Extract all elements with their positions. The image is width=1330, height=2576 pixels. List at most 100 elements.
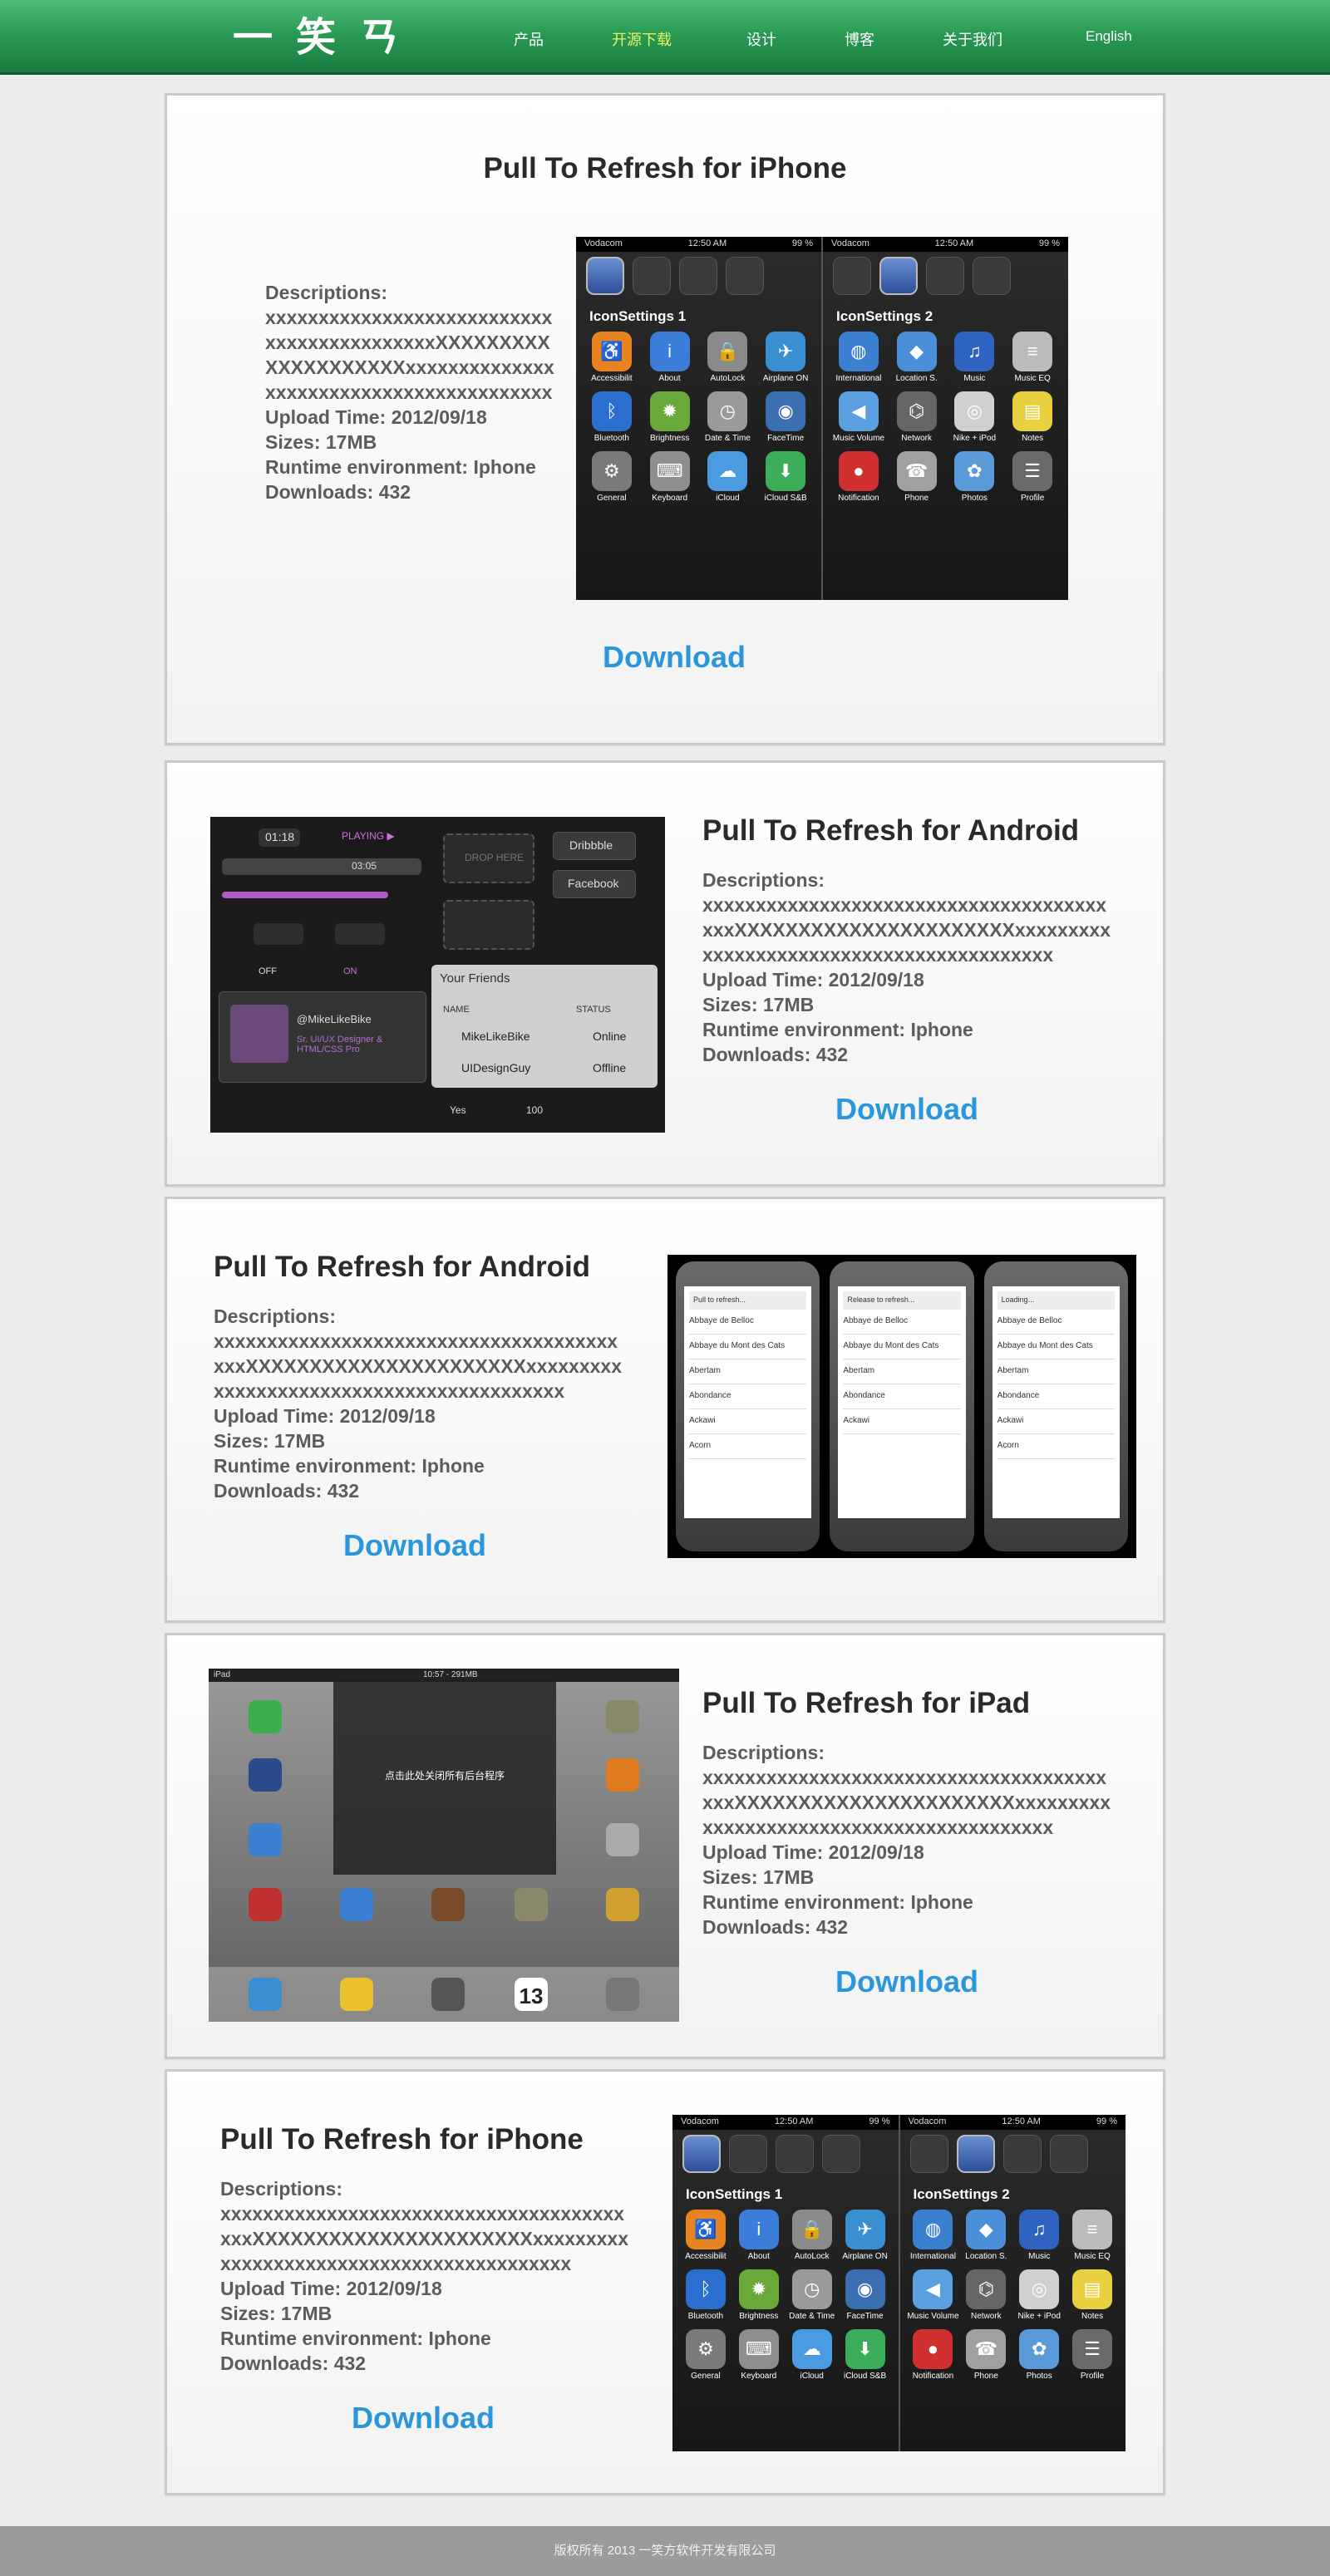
toggle-off: OFF — [259, 966, 277, 976]
site-logo[interactable]: 一 笑 ㄢ — [233, 10, 399, 65]
app-icon-label: iCloud — [716, 494, 740, 503]
desc-label: Descriptions: — [265, 282, 387, 303]
card-title: Pull To Refresh for Android — [702, 814, 1080, 847]
list-item: Abbaye de Belloc — [843, 1310, 961, 1335]
iphone-pane-2: Vodacom 12:50 AM 99 % IconSettings 2 ◍ Inte… — [823, 237, 1068, 600]
android-phones-screenshot[interactable]: Pull to refresh... Abbaye de Belloc Abba… — [667, 1255, 1136, 1558]
stepper-value: 100 — [526, 1104, 544, 1116]
select-value: Yes — [450, 1104, 466, 1116]
app-icon-cell: ◍ International — [907, 2210, 960, 2261]
app-icon-label: Keyboard — [652, 494, 688, 503]
download-button[interactable]: Download — [835, 1092, 978, 1127]
battery-label: 99 % — [869, 2116, 890, 2126]
desc-label: Descriptions: — [214, 1305, 336, 1327]
app-icon-label: FaceTime — [846, 2312, 884, 2321]
app-icon-label: Date & Time — [789, 2312, 835, 2321]
app-icon-cell: ⬇ iCloud S&B — [839, 2329, 892, 2381]
list-item: Acorn — [997, 1434, 1115, 1459]
app-icon-cell: ▤ Notes — [1066, 2269, 1119, 2321]
ui-kit-preview: 01:18 PLAYING ▶ 03:05 DROP HERE Dribbble… — [210, 817, 665, 1133]
runtime-env: Runtime environment: Iphone — [702, 1019, 973, 1040]
app-icon: ♿ — [591, 332, 632, 371]
nav-blog[interactable]: 博客 — [845, 28, 874, 50]
facebook-button-label: Facebook — [568, 877, 619, 890]
app-icon-cell: ♫ Music — [946, 332, 1004, 383]
carrier-label: iPad — [214, 1670, 231, 1679]
download-button[interactable]: Download — [835, 1964, 978, 1999]
download-count: Downloads: 432 — [220, 2352, 367, 2374]
carrier-label: Vodacom — [584, 238, 623, 248]
card-details: Descriptions: xxxxxxxxxxxxxxxxxxxxxxxxxx… — [702, 1740, 1113, 1939]
upload-time: Upload Time: 2012/09/18 — [702, 969, 924, 991]
user-handle: @MikeLikeBike — [297, 1013, 372, 1025]
download-button[interactable]: Download — [343, 1528, 486, 1563]
app-icon: ⚙ — [685, 2329, 726, 2369]
file-size: Sizes: 17MB — [220, 2303, 332, 2324]
iphone-screenshot[interactable]: Vodacom 12:50 AM 99 % IconSettings 1 ♿ Acce… — [576, 237, 1068, 600]
download-button[interactable]: Download — [167, 640, 1181, 675]
app-icon-cell: ✈ Airplane ON — [756, 332, 815, 383]
app-icon-label: Nike + iPod — [953, 434, 997, 443]
friends-heading: Your Friends — [440, 971, 510, 986]
app-icon: ✈ — [766, 332, 806, 371]
app-icon: ◆ — [896, 332, 937, 371]
app-icon-cell: ☁ iCloud — [699, 451, 757, 503]
icon-grid: ◍ International ◆ Location S. ♫ Music ≡ Music E… — [823, 328, 1068, 506]
app-icon-cell: 🔒 AutoLock — [699, 332, 757, 383]
logo-char-2: 笑 — [296, 14, 337, 61]
app-icon-label: Network — [970, 2312, 1002, 2321]
app-icon: ♫ — [1019, 2210, 1060, 2249]
file-size: Sizes: 17MB — [214, 1430, 326, 1452]
friend-status: Online — [593, 1030, 627, 1043]
battery-label: 99 % — [791, 238, 813, 248]
download-button[interactable]: Download — [352, 2401, 495, 2436]
clock-label: 12:50 AM — [1002, 2116, 1041, 2126]
app-icon: ◆ — [966, 2210, 1007, 2249]
upload-time: Upload Time: 2012/09/18 — [702, 1841, 924, 1863]
iphone-screenshot[interactable]: Vodacom 12:50 AM 99 % IconSettings 1 ♿ Acce… — [672, 2115, 1126, 2451]
list-item: Ackawi — [997, 1409, 1115, 1434]
download-count: Downloads: 432 — [265, 481, 411, 503]
app-icon-cell: i About — [732, 2210, 786, 2261]
desc-text: xxxxxxxxxxxxxxxxxxxxxxxxxxxxxxxxxxxxxxxx… — [265, 307, 554, 403]
app-icon-cell: ☎ Phone — [959, 2329, 1012, 2381]
app-icon-cell: ◷ Date & Time — [786, 2269, 839, 2321]
nav-english[interactable]: English — [1086, 28, 1132, 45]
app-icon-label: Accessibilit — [685, 2252, 727, 2261]
app-icon-cell: i About — [641, 332, 699, 383]
nav-products[interactable]: 产品 — [514, 28, 544, 50]
app-icon: ⌬ — [896, 391, 937, 431]
app-icon: ✹ — [649, 391, 690, 431]
app-icon: ✹ — [738, 2269, 779, 2309]
project-card-android-1: 01:18 PLAYING ▶ 03:05 DROP HERE Dribbble… — [165, 760, 1165, 1187]
app-icon-label: Notes — [1022, 434, 1044, 443]
nav-about-us[interactable]: 关于我们 — [943, 28, 1002, 50]
download-count: Downloads: 432 — [214, 1480, 360, 1502]
list-item: Ackawi — [843, 1409, 961, 1434]
nav-design[interactable]: 设计 — [746, 28, 776, 50]
ipad-screenshot[interactable]: iPad 10:57 - 291MB 点击此处关闭所有后台程序 13 — [209, 1669, 679, 2022]
runtime-env: Runtime environment: Iphone — [220, 2328, 491, 2349]
desc-label: Descriptions: — [702, 869, 825, 891]
project-card-iphone-1: Pull To Refresh for iPhone Descriptions:… — [165, 93, 1165, 745]
app-icon-cell: ◀ Music Volume — [830, 391, 888, 443]
app-icon: ⬇ — [845, 2329, 885, 2369]
app-icon: ⌨ — [649, 451, 690, 491]
friend-name: MikeLikeBike — [461, 1030, 530, 1043]
phone-release: Release to refresh... Abbaye de Belloc A… — [830, 1261, 974, 1551]
runtime-env: Runtime environment: Iphone — [702, 1891, 973, 1913]
app-icon-cell: ◉ FaceTime — [839, 2269, 892, 2321]
app-icon-cell: ᛒ Bluetooth — [679, 2269, 732, 2321]
app-icon: ♫ — [954, 332, 995, 371]
app-icon: ☰ — [1012, 451, 1053, 491]
app-icon: ≡ — [1012, 332, 1053, 371]
app-icon: ☁ — [707, 451, 748, 491]
app-icon: ◉ — [845, 2269, 885, 2309]
app-icon-label: Phone — [904, 494, 929, 503]
app-icon-label: Nike + iPod — [1017, 2312, 1061, 2321]
app-icon: ≡ — [1072, 2210, 1113, 2249]
app-icon-label: Phone — [973, 2372, 998, 2381]
close-all-notice: 点击此处关闭所有后台程序 — [385, 1770, 505, 1782]
nav-open-source-download[interactable]: 开源下载 — [612, 28, 672, 50]
android-ui-kit-screenshot[interactable]: 01:18 PLAYING ▶ 03:05 DROP HERE Dribbble… — [210, 817, 665, 1133]
